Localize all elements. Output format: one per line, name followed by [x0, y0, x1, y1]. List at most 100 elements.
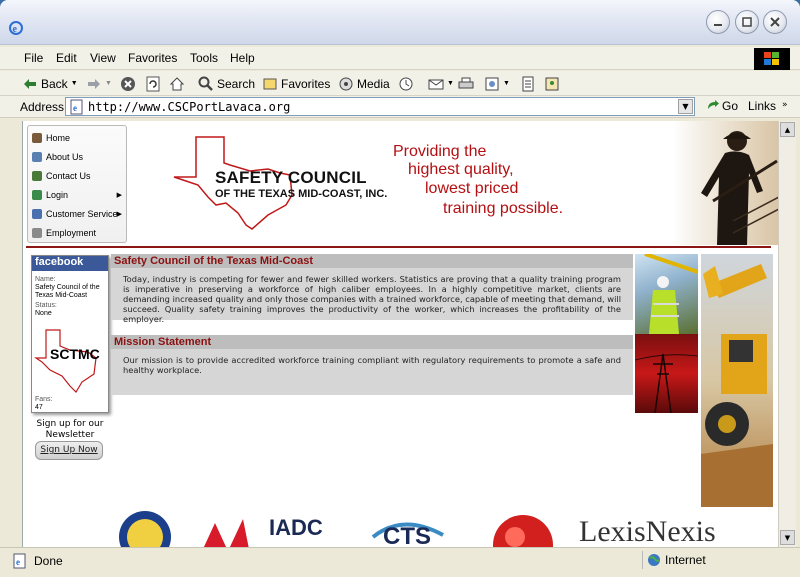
favorites-icon [262, 76, 278, 92]
scroll-up-icon[interactable]: ▲ [780, 122, 795, 137]
worker-silhouette-image [673, 121, 778, 245]
print-button[interactable] [458, 74, 474, 93]
vertical-scrollbar[interactable]: ▲ ▼ [778, 121, 796, 547]
tagline-line-3: lowest priced [425, 180, 519, 197]
back-label: Back [41, 76, 68, 91]
go-label: Go [722, 99, 739, 113]
go-button[interactable]: Go [706, 99, 738, 113]
logo-title: SAFETY COUNCIL [215, 168, 367, 187]
discuss-button[interactable] [520, 74, 536, 93]
menu-bar: File Edit View Favorites Tools Help [0, 47, 800, 70]
menu-file[interactable]: File [24, 51, 43, 65]
customer-service-nav-icon [32, 209, 42, 219]
zone-label: Internet [665, 553, 706, 567]
login-submenu-arrow-icon: ▶ [116, 192, 122, 199]
mail-button[interactable]: ▼ [428, 74, 454, 93]
fb-fans-value: 47 [35, 404, 43, 411]
partner-logos: IADC CTS LexisNexis [103, 509, 778, 547]
back-dropdown-icon: ▼ [70, 80, 78, 87]
refresh-button[interactable] [145, 74, 161, 93]
facebook-brand: facebook [32, 256, 108, 271]
nav-home-label: Home [46, 133, 71, 143]
mail-dropdown-icon: ▼ [447, 80, 454, 87]
home-nav-icon [32, 133, 42, 143]
menu-help[interactable]: Help [230, 51, 255, 65]
edit-button[interactable]: ▼ [484, 74, 510, 93]
forward-dropdown-icon: ▼ [105, 80, 112, 87]
fb-status-label: Status: [35, 302, 57, 309]
section-body-about: Today, industry is competing for fewer a… [111, 268, 633, 324]
home-button[interactable] [169, 74, 185, 93]
browser-window: e File Edit View Favorites Tools Help Ba… [0, 0, 800, 577]
windows-logo-icon [754, 48, 790, 70]
stop-icon [120, 76, 136, 92]
links-toolbar[interactable]: Links [748, 99, 776, 113]
tagline-line-1: Providing the [393, 143, 487, 160]
standard-toolbar: Back ▼ ▼ Search Favorites Media ▼ ▼ [0, 71, 800, 96]
address-bar: Address e http://www.CSCPortLavaca.org ▼… [0, 96, 800, 118]
address-dropdown-icon[interactable]: ▼ [678, 99, 693, 114]
history-icon [398, 76, 414, 92]
nav-customer-service[interactable]: Customer Service ▶ [32, 205, 124, 223]
newsletter-text: Sign up for our Newsletter [36, 419, 104, 440]
employment-nav-icon [32, 228, 42, 238]
nav-about[interactable]: About Us [32, 148, 124, 166]
tagline-line-2: highest quality, [408, 161, 514, 178]
go-arrow-icon [708, 100, 719, 109]
forward-button[interactable]: ▼ [86, 74, 112, 93]
section-title-mission: Mission Statement [111, 335, 633, 349]
address-url: http://www.CSCPortLavaca.org [88, 100, 291, 114]
close-button[interactable] [763, 10, 787, 34]
title-bar: e [0, 0, 800, 45]
nav-contact[interactable]: Contact Us [32, 167, 124, 185]
fb-name-value[interactable]: Safety Council of the Texas Mid-Coast [32, 284, 108, 300]
history-button[interactable] [398, 74, 414, 93]
site-header: Home About Us Contact Us Login ▶ Custome… [23, 121, 778, 245]
page-done-icon: e [13, 553, 26, 569]
messenger-icon [544, 76, 560, 92]
back-arrow-icon [22, 76, 38, 92]
discuss-icon [520, 76, 536, 92]
status-bar: e Done Internet [0, 547, 800, 577]
menu-favorites[interactable]: Favorites [128, 51, 177, 65]
messenger-button[interactable] [544, 74, 560, 93]
fb-fans-label: Fans: [35, 396, 53, 403]
address-input[interactable]: e http://www.CSCPortLavaca.org ▼ [65, 97, 695, 116]
nav-about-label: About Us [46, 152, 84, 162]
minimize-button[interactable] [706, 10, 730, 34]
header-divider [26, 246, 771, 248]
facebook-badge[interactable]: facebook Name: Safety Council of the Tex… [31, 255, 109, 413]
forward-arrow-icon [86, 76, 102, 92]
menu-view[interactable]: View [90, 51, 116, 65]
lexisnexis-logo-text: LexisNexis [579, 515, 716, 547]
window-frame-left [0, 121, 22, 547]
nav-home[interactable]: Home [32, 129, 124, 147]
section-body-mission: Our mission is to provide accredited wor… [111, 349, 633, 395]
nav-customer-service-label: Customer Service [46, 209, 118, 219]
maximize-button[interactable] [735, 10, 759, 34]
menu-tools[interactable]: Tools [190, 51, 218, 65]
svg-text:e: e [16, 557, 20, 567]
cts-logo-text: CTS [383, 523, 431, 547]
nav-employment[interactable]: Employment [32, 224, 124, 242]
fb-logo-text: SCTMC [50, 346, 100, 362]
section-title-about: Safety Council of the Texas Mid-Coast [111, 254, 633, 268]
stop-button[interactable] [120, 74, 136, 93]
fb-profile-picture[interactable]: SCTMC [32, 318, 108, 396]
media-button[interactable]: Media [338, 74, 390, 93]
iadc-logo-text: IADC [269, 515, 323, 540]
back-button[interactable]: Back ▼ [22, 74, 78, 93]
nav-login[interactable]: Login ▶ [32, 186, 124, 204]
status-text: Done [34, 554, 63, 568]
favorites-button[interactable]: Favorites [262, 74, 330, 93]
search-label: Search [217, 76, 256, 91]
refresh-icon [145, 76, 161, 92]
page-viewport: Home About Us Contact Us Login ▶ Custome… [22, 121, 778, 547]
svg-text:e: e [73, 103, 77, 113]
links-chevron-icon[interactable]: » [782, 100, 788, 110]
scroll-down-icon[interactable]: ▼ [780, 530, 795, 545]
search-button[interactable]: Search [198, 74, 255, 93]
sign-up-now-button[interactable]: Sign Up Now [35, 441, 103, 460]
menu-edit[interactable]: Edit [56, 51, 77, 65]
home-icon [169, 76, 185, 92]
